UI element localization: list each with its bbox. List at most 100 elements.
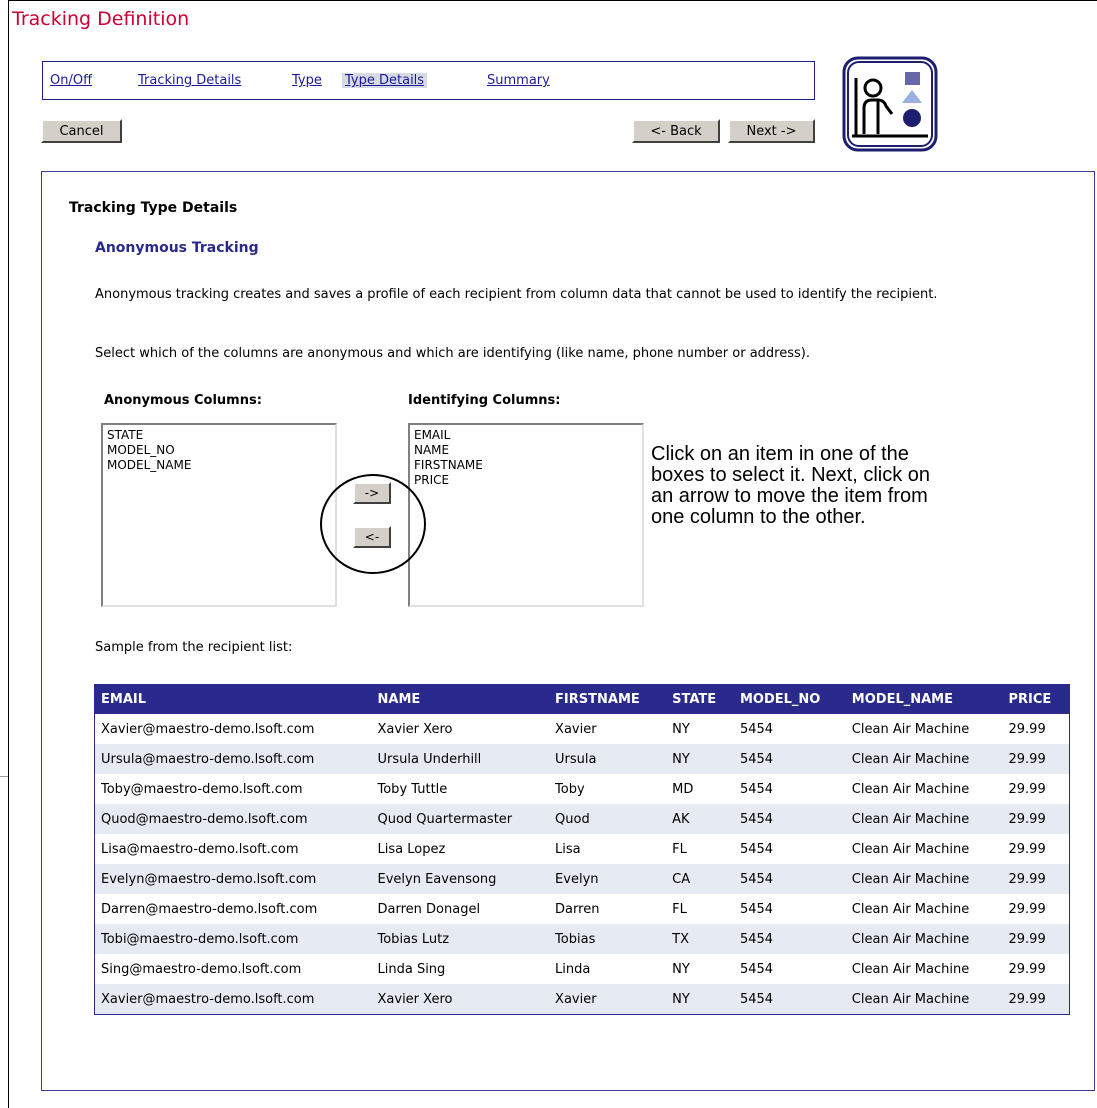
table-cell: Clean Air Machine — [845, 984, 1003, 1015]
identifying-columns-label: Identifying Columns: — [408, 393, 561, 408]
back-button[interactable]: <- Back — [632, 119, 720, 143]
table-cell: Sing@maestro-demo.lsoft.com — [101, 961, 302, 977]
wizard-tab-bar: On/Off Tracking Details Type Type Detail… — [42, 61, 815, 100]
divider — [0, 776, 8, 777]
list-item[interactable]: EMAIL — [414, 428, 638, 443]
table-cell: AK — [666, 804, 734, 834]
table-cell: 5454 — [739, 721, 774, 737]
table-cell: Quod Quartermaster — [371, 804, 550, 834]
table-cell: Xavier — [549, 984, 667, 1015]
table-cell: 5454 — [739, 841, 774, 857]
table-cell: FL — [672, 841, 687, 857]
table-cell: Toby Tuttle — [377, 781, 448, 797]
table-cell: 5454 — [733, 984, 846, 1015]
table-cell: Toby@maestro-demo.lsoft.com — [101, 781, 303, 797]
table-cell: Xavier@maestro-demo.lsoft.com — [94, 984, 372, 1015]
presenter-with-shapes-icon — [842, 56, 938, 152]
table-cell: Xavier — [555, 721, 597, 737]
table-cell: 29.99 — [1002, 984, 1070, 1015]
table-cell: Ursula@maestro-demo.lsoft.com — [94, 744, 372, 774]
tab-type[interactable]: Type — [292, 73, 322, 88]
hint-text: Click on an item in one of the boxes to … — [651, 443, 931, 528]
table-cell: Lisa@maestro-demo.lsoft.com — [101, 841, 299, 857]
table-row: Evelyn@maestro-demo.lsoft.com Evelyn Eave… — [94, 864, 1070, 894]
tab-summary[interactable]: Summary — [487, 73, 550, 88]
table-cell: 5454 — [739, 781, 774, 797]
table-cell: 5454 — [733, 864, 846, 894]
anonymous-columns-label: Anonymous Columns: — [104, 393, 262, 408]
table-cell: 29.99 — [1008, 781, 1046, 797]
cancel-button[interactable]: Cancel — [41, 119, 122, 143]
move-right-button[interactable]: -> — [353, 482, 391, 504]
column-header: FIRSTNAME — [549, 684, 667, 714]
move-left-button[interactable]: <- — [353, 526, 391, 548]
table-cell: Darren@maestro-demo.lsoft.com — [101, 901, 318, 917]
table-cell: NY — [666, 984, 734, 1015]
table-cell: MD — [672, 781, 694, 797]
table-cell: 5454 — [733, 924, 846, 954]
list-item[interactable]: PRICE — [414, 473, 638, 488]
table-cell: Ursula — [549, 744, 667, 774]
table-cell: 5454 — [733, 804, 846, 834]
tab-type-details[interactable]: Type Details — [342, 73, 428, 88]
table-cell: 29.99 — [1008, 841, 1046, 857]
identifying-columns-list[interactable]: EMAIL NAME FIRSTNAME PRICE — [408, 423, 644, 607]
next-button[interactable]: Next -> — [728, 119, 815, 143]
table-cell: Evelyn@maestro-demo.lsoft.com — [94, 864, 372, 894]
table-cell: Quod@maestro-demo.lsoft.com — [94, 804, 372, 834]
table-header-row: EMAIL NAME FIRSTNAME STATE MODEL_NO MODE… — [94, 684, 1070, 714]
table-row: Tobi@maestro-demo.lsoft.com Tobias Lutz To… — [94, 924, 1070, 954]
list-item[interactable]: STATE — [107, 428, 331, 443]
column-header: EMAIL — [94, 684, 372, 714]
table-cell: Xavier@maestro-demo.lsoft.com — [101, 721, 315, 737]
column-header: MODEL_NO — [733, 684, 846, 714]
table-cell: Linda Sing — [377, 961, 446, 977]
table-row: Darren@maestro-demo.lsoft.com Darren Dona… — [95, 894, 1070, 924]
sample-label: Sample from the recipient list: — [95, 640, 293, 655]
table-cell: FL — [672, 901, 687, 917]
subtitle: Anonymous Tracking — [95, 240, 259, 256]
table-cell: Quod — [549, 804, 667, 834]
table-cell: 29.99 — [1002, 804, 1070, 834]
table-row: Xavier@maestro-demo.lsoft.com Xavier Xero… — [94, 984, 1070, 1015]
anonymous-columns-list[interactable]: STATE MODEL_NO MODEL_NAME — [101, 423, 337, 607]
list-item[interactable]: FIRSTNAME — [414, 458, 638, 473]
table-cell: 5454 — [733, 744, 846, 774]
tab-tracking-details[interactable]: Tracking Details — [138, 73, 241, 88]
table-cell: 29.99 — [1008, 721, 1046, 737]
list-item[interactable]: MODEL_NO — [107, 443, 331, 458]
tab-on-off[interactable]: On/Off — [50, 73, 92, 88]
table-cell: CA — [666, 864, 734, 894]
table-cell: NY — [672, 721, 690, 737]
table-cell: TX — [666, 924, 734, 954]
table-cell: NY — [666, 744, 734, 774]
table-cell: 29.99 — [1002, 864, 1070, 894]
table-row: Ursula@maestro-demo.lsoft.com Ursula Unde… — [94, 744, 1070, 774]
table-cell: Clean Air Machine — [851, 901, 970, 917]
table-cell: Darren Donagel — [377, 901, 481, 917]
table-cell: Clean Air Machine — [845, 864, 1003, 894]
section-title: Tracking Type Details — [69, 200, 238, 216]
table-cell: Xavier Xero — [371, 984, 550, 1015]
table-cell: Ursula Underhill — [371, 744, 550, 774]
table-row: Quod@maestro-demo.lsoft.com Quod Quarterm… — [94, 804, 1070, 834]
table-row: Sing@maestro-demo.lsoft.com Linda Sing Lin… — [95, 954, 1070, 984]
table-cell: Evelyn — [549, 864, 667, 894]
table-cell: 29.99 — [1008, 961, 1046, 977]
list-item[interactable]: MODEL_NAME — [107, 458, 331, 473]
table-cell: Xavier Xero — [377, 721, 453, 737]
table-cell: Tobias — [549, 924, 667, 954]
table-cell: 29.99 — [1002, 744, 1070, 774]
table-cell: 5454 — [739, 961, 774, 977]
instruction-text: Select which of the columns are anonymou… — [95, 346, 810, 361]
table-cell: 29.99 — [1008, 901, 1046, 917]
page-title: Tracking Definition — [12, 8, 190, 30]
table-cell: 29.99 — [1002, 924, 1070, 954]
column-header: PRICE — [1002, 684, 1070, 714]
table-cell: 5454 — [739, 901, 774, 917]
table-cell: Clean Air Machine — [851, 721, 970, 737]
column-header: NAME — [371, 684, 550, 714]
list-item[interactable]: NAME — [414, 443, 638, 458]
column-header: STATE — [666, 684, 734, 714]
table-cell: Clean Air Machine — [851, 841, 970, 857]
